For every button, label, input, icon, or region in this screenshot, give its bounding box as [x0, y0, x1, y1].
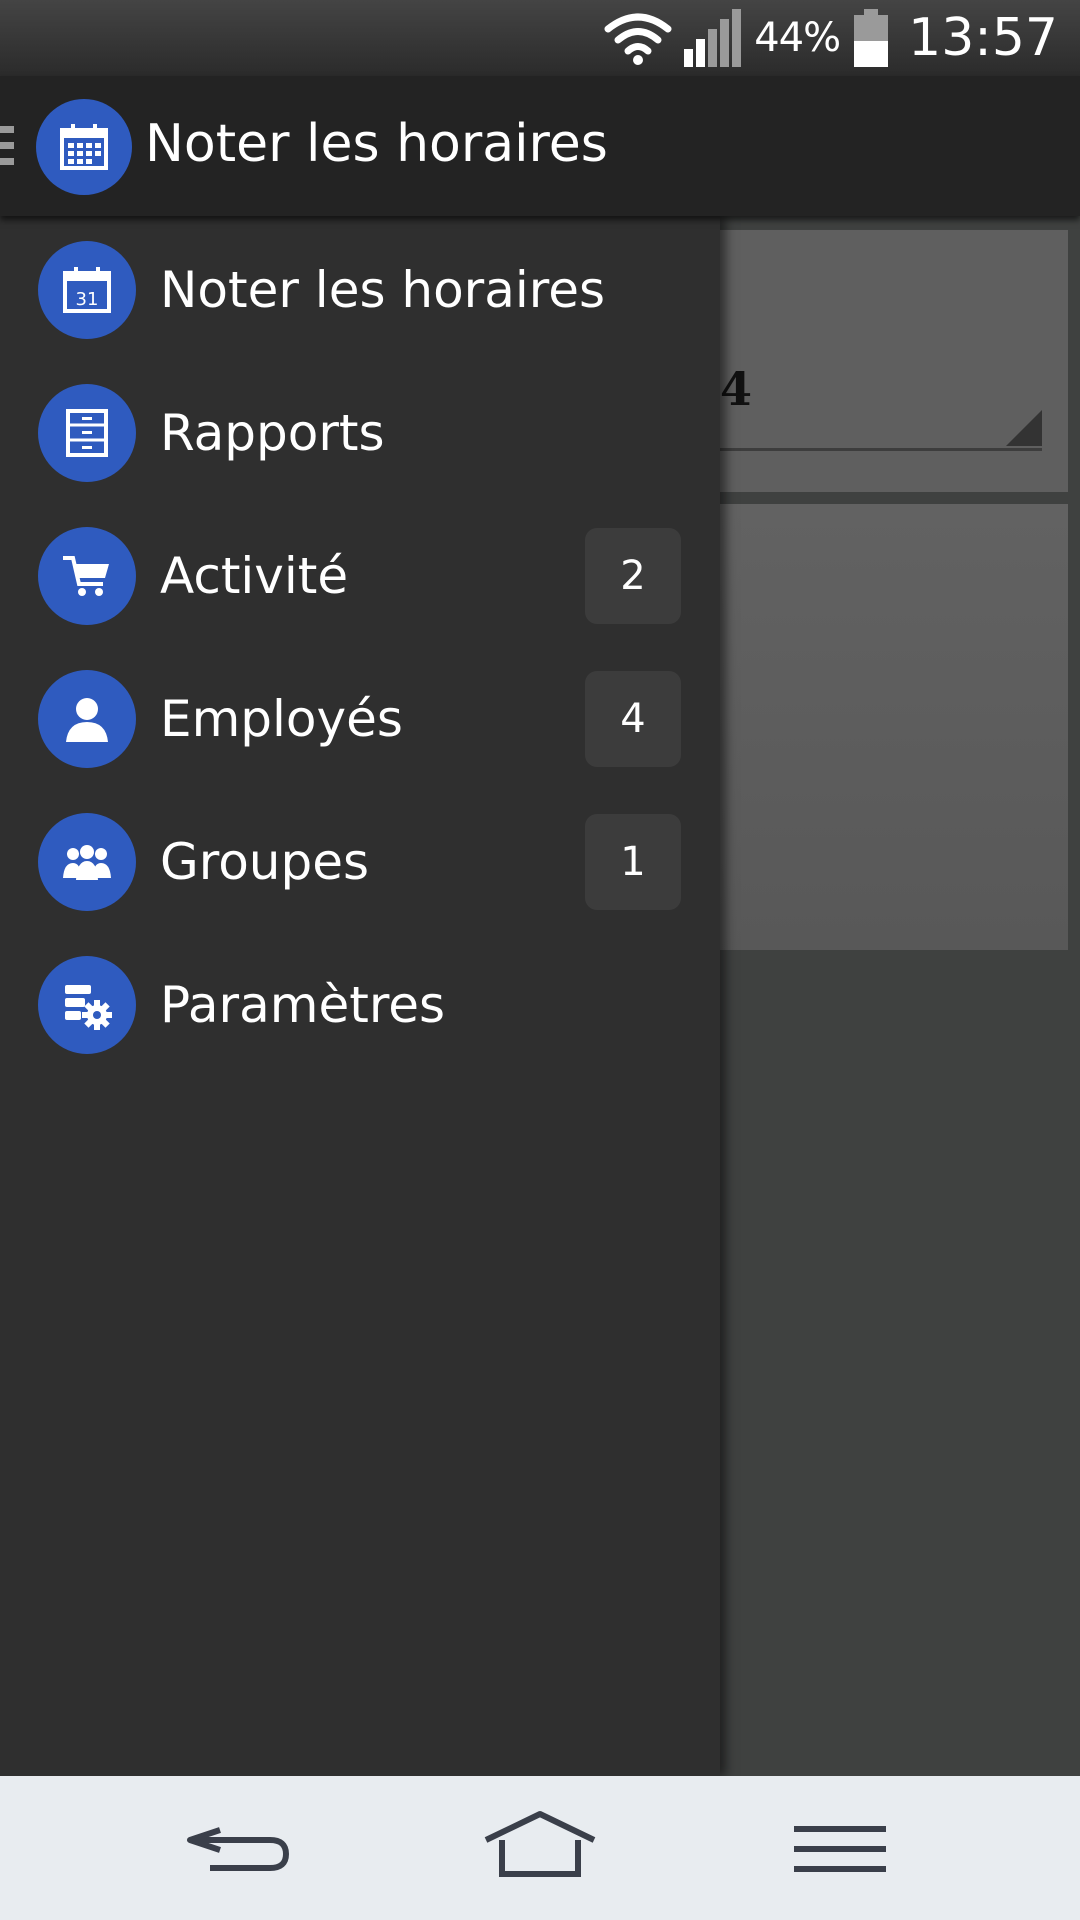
background-panel [720, 504, 1068, 950]
background-value: 4 [720, 362, 753, 416]
signal-icon [684, 9, 742, 67]
drawer-item-label: Paramètres [160, 975, 446, 1034]
drawer-item-groupes[interactable]: Groupes 1 [0, 790, 720, 933]
count-badge: 4 [585, 670, 681, 767]
home-icon[interactable] [480, 1804, 600, 1888]
settings-icon [38, 955, 136, 1054]
group-icon [38, 812, 136, 911]
drawer-item-activite[interactable]: Activité 2 [0, 504, 720, 647]
battery-icon [854, 9, 889, 67]
status-bar: 44% 13:57 [0, 0, 1080, 76]
cabinet-icon [38, 383, 136, 482]
back-icon[interactable] [180, 1808, 300, 1888]
count-badge: 1 [585, 813, 681, 910]
wifi-icon [604, 13, 672, 65]
drawer-item-label: Noter les horaires [160, 260, 606, 319]
drawer-item-label: Activité [160, 546, 349, 605]
svg-text:31: 31 [76, 289, 99, 310]
count-badge: 2 [585, 527, 681, 624]
drawer-item-rapports[interactable]: Rapports [0, 361, 720, 504]
drawer-toggle-icon[interactable] [0, 126, 14, 166]
spinner-corner-icon [1006, 410, 1042, 446]
drawer-item-label: Employés [160, 689, 403, 748]
navigation-drawer: 31 Noter les horaires Rapports Activité … [0, 216, 720, 1776]
calendar-icon[interactable] [36, 99, 132, 195]
drawer-item-label: Groupes [160, 832, 370, 891]
battery-percent: 44% [754, 15, 841, 61]
page-title: Noter les horaires [145, 114, 608, 174]
action-bar: Noter les horaires [0, 76, 1080, 216]
background-card: 4 [720, 230, 1068, 492]
calendar-31-icon: 31 [38, 240, 136, 339]
system-navigation-bar [0, 1776, 1080, 1920]
drawer-item-parametres[interactable]: Paramètres [0, 933, 720, 1076]
clock: 13:57 [908, 8, 1058, 68]
drawer-item-label: Rapports [160, 403, 385, 462]
cart-icon [38, 526, 136, 625]
menu-icon[interactable] [790, 1814, 890, 1884]
drawer-item-employes[interactable]: Employés 4 [0, 647, 720, 790]
person-icon [38, 669, 136, 768]
spinner-underline [720, 448, 1042, 451]
drawer-item-noter-les-horaires[interactable]: 31 Noter les horaires [0, 218, 720, 361]
